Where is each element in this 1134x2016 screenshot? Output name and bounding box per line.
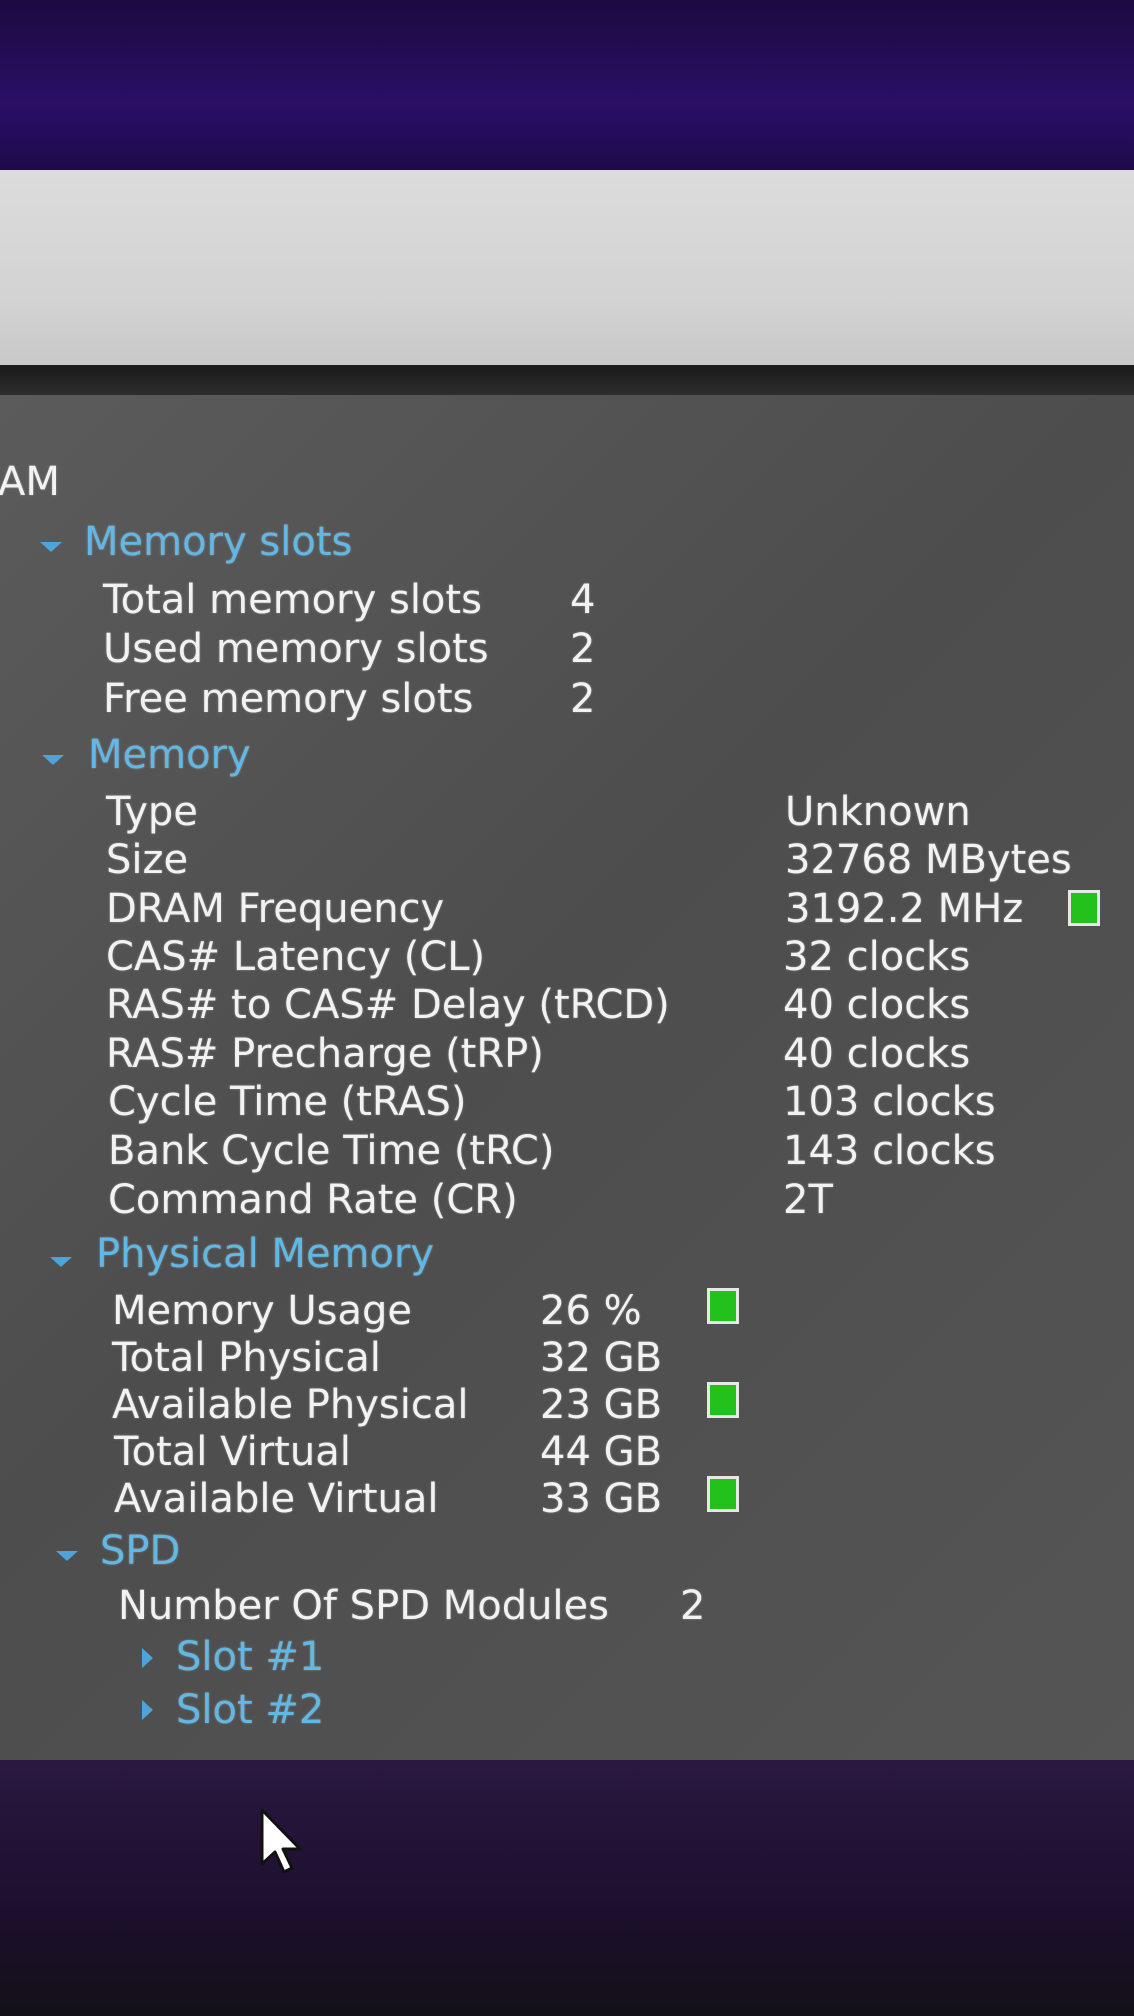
memory-usage-label: Memory Usage (112, 1288, 413, 1334)
window-border (0, 365, 1134, 395)
available-virtual-value: 33 GB (540, 1476, 663, 1522)
free-memory-slots-label: Free memory slots (103, 676, 474, 722)
memory-header: Memory (88, 732, 251, 778)
trcd-label: RAS# to CAS# Delay (tRCD) (106, 982, 670, 1028)
memory-usage-value: 26 % (540, 1288, 642, 1334)
total-physical-label: Total Physical (112, 1335, 381, 1381)
memory-type-label: Type (106, 789, 198, 835)
free-memory-slots-value: 2 (570, 676, 596, 722)
dram-frequency-label: DRAM Frequency (106, 886, 445, 932)
trp-value: 40 clocks (783, 1031, 971, 1077)
used-memory-slots-label: Used memory slots (103, 626, 489, 672)
trp-label: RAS# Precharge (tRP) (106, 1031, 544, 1077)
green-bar-icon[interactable] (707, 1476, 739, 1512)
expand-arrow-icon[interactable] (50, 1257, 72, 1267)
trcd-value: 40 clocks (783, 982, 971, 1028)
total-memory-slots-label: Total memory slots (103, 577, 482, 623)
command-rate-label: Command Rate (CR) (108, 1177, 518, 1223)
expand-arrow-icon[interactable] (42, 755, 64, 765)
desktop-background-top (0, 0, 1134, 172)
cas-latency-label: CAS# Latency (CL) (106, 934, 486, 980)
collapsed-arrow-icon[interactable] (142, 1700, 153, 1720)
collapsed-arrow-icon[interactable] (142, 1648, 153, 1668)
tras-value: 103 clocks (783, 1079, 996, 1125)
spd-modules-value: 2 (680, 1583, 706, 1629)
available-physical-label: Available Physical (112, 1382, 469, 1428)
cas-latency-value: 32 clocks (783, 934, 971, 980)
available-virtual-label: Available Virtual (114, 1476, 439, 1522)
total-physical-value: 32 GB (540, 1335, 663, 1381)
trc-value: 143 clocks (783, 1128, 996, 1174)
memory-type-value: Unknown (785, 789, 971, 835)
used-memory-slots-value: 2 (570, 626, 596, 672)
mouse-pointer-icon (260, 1808, 302, 1874)
tree-root-label: AM (0, 459, 60, 505)
available-physical-value: 23 GB (540, 1382, 663, 1428)
physical-memory-header: Physical Memory (96, 1231, 435, 1277)
green-bar-icon[interactable] (707, 1288, 739, 1324)
command-rate-value: 2T (783, 1177, 833, 1223)
trc-label: Bank Cycle Time (tRC) (108, 1128, 555, 1174)
green-bar-icon[interactable] (1068, 890, 1100, 926)
memory-slots-header: Memory slots (84, 519, 353, 565)
total-virtual-label: Total Virtual (114, 1429, 351, 1475)
total-memory-slots-value: 4 (570, 577, 596, 623)
memory-size-value: 32768 MBytes (785, 837, 1072, 883)
total-virtual-value: 44 GB (540, 1429, 663, 1475)
tras-label: Cycle Time (tRAS) (108, 1079, 467, 1125)
window-titlebar (0, 170, 1134, 365)
memory-size-label: Size (106, 837, 189, 883)
spd-modules-label: Number Of SPD Modules (118, 1583, 609, 1629)
expand-arrow-icon[interactable] (40, 542, 62, 552)
spd-header: SPD (100, 1528, 181, 1574)
desktop-background-bottom (0, 1760, 1134, 2016)
dram-frequency-value: 3192.2 MHz (785, 886, 1024, 932)
green-bar-icon[interactable] (707, 1382, 739, 1418)
spd-slot-1-label: Slot #1 (176, 1634, 325, 1680)
expand-arrow-icon[interactable] (56, 1551, 78, 1561)
spd-slot-2-label: Slot #2 (176, 1687, 325, 1733)
